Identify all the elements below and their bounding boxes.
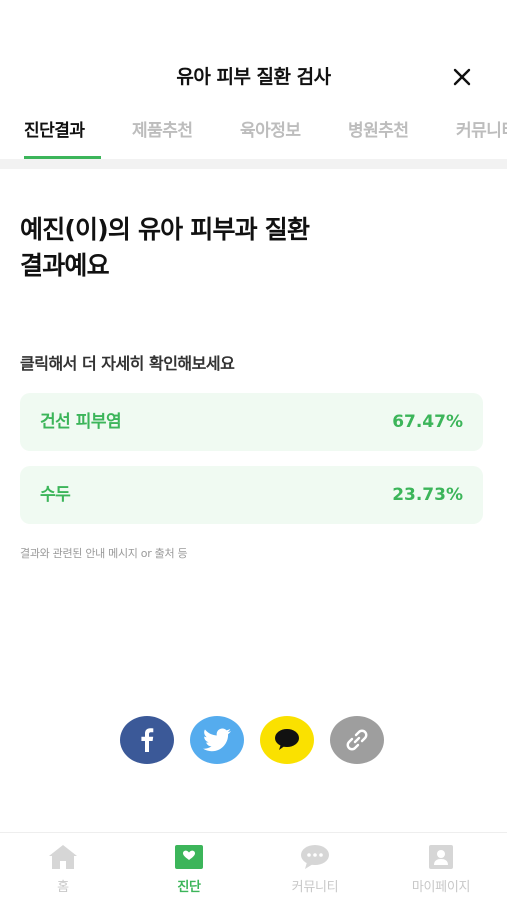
twitter-icon: [203, 728, 231, 752]
tab-product-recommendation[interactable]: 제품추천: [132, 116, 193, 141]
nav-item-mypage[interactable]: 마이페이지: [378, 833, 504, 901]
close-button[interactable]: [447, 62, 477, 92]
result-note: 결과와 관련된 안내 메시지 or 출처 등: [20, 547, 188, 560]
tab-diagnosis-result[interactable]: 진단결과: [24, 116, 85, 141]
tab-bar: 진단결과 제품추천 육아정보 병원추천 커뮤니티: [0, 108, 507, 160]
section-divider: [0, 159, 507, 169]
facebook-share-button[interactable]: [120, 716, 174, 764]
kakaotalk-icon: [275, 729, 299, 750]
twitter-share-button[interactable]: [190, 716, 244, 764]
kakaotalk-share-button[interactable]: [260, 716, 314, 764]
result-label: 수두: [40, 485, 71, 505]
nav-label: 커뮤니티: [291, 880, 339, 895]
result-percentage: 23.73%: [392, 485, 463, 505]
home-icon: [49, 845, 77, 869]
click-hint: 클릭해서 더 자세히 확인해보세요: [20, 354, 235, 373]
tab-parenting-info[interactable]: 육아정보: [240, 116, 301, 141]
result-percentage: 67.47%: [392, 412, 463, 432]
result-heading-line2: 결과예요: [20, 251, 110, 280]
page-title: 유아 피부 질환 검사: [176, 66, 331, 88]
result-label: 건선 피부염: [40, 412, 122, 432]
result-heading: 예진(이)의 유아 피부과 질환 결과예요: [20, 212, 460, 284]
tab-community[interactable]: 커뮤니티: [456, 116, 507, 141]
result-card-psoriasis[interactable]: 건선 피부염 67.47%: [20, 393, 483, 451]
facebook-icon: [141, 728, 154, 752]
nav-label: 마이페이지: [411, 880, 471, 895]
profile-icon: [429, 845, 453, 869]
link-icon: [346, 729, 368, 751]
close-icon: [453, 68, 471, 86]
nav-item-community[interactable]: 커뮤니티: [252, 833, 378, 901]
bottom-navigation: 홈 진단 커뮤니티 마이페이지: [0, 832, 507, 901]
chat-bubble-icon: [301, 845, 329, 869]
tab-hospital-recommendation[interactable]: 병원추천: [348, 116, 409, 141]
copy-link-button[interactable]: [330, 716, 384, 764]
heart-card-icon: [175, 845, 203, 869]
nav-label: 진단: [177, 880, 201, 895]
result-card-chickenpox[interactable]: 수두 23.73%: [20, 466, 483, 524]
header: 유아 피부 질환 검사: [0, 0, 507, 100]
nav-item-home[interactable]: 홈: [0, 833, 126, 901]
nav-label: 홈: [57, 880, 69, 895]
nav-item-diagnosis[interactable]: 진단: [126, 833, 252, 901]
result-heading-line1: 예진(이)의 유아 피부과 질환: [20, 215, 310, 244]
